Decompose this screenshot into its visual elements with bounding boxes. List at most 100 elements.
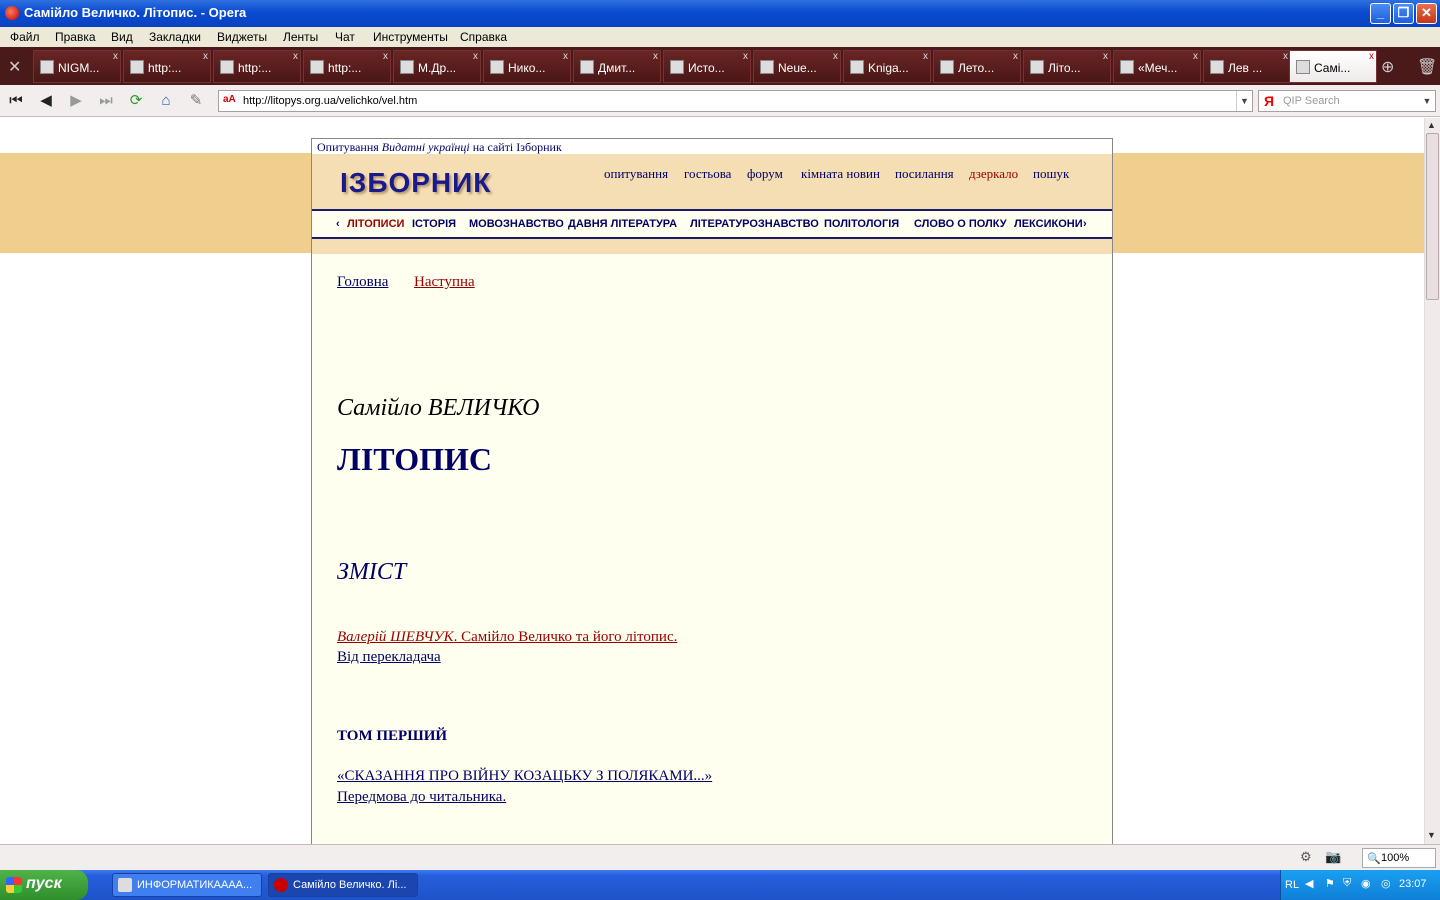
nav-forum[interactable]: форум (747, 166, 783, 182)
tab-close-icon[interactable]: x (113, 51, 118, 62)
camera-icon[interactable]: 📷 (1325, 849, 1341, 865)
tab-close-icon[interactable]: x (1369, 51, 1374, 62)
next-link[interactable]: Наступна (414, 274, 475, 291)
trash-icon[interactable]: 🗑 (1417, 57, 1437, 77)
menu-widgets[interactable]: Виджеты (217, 30, 267, 44)
shield-icon[interactable]: ⛨ (1343, 877, 1351, 890)
home-link[interactable]: Головна (337, 274, 388, 291)
nav-search[interactable]: пошук (1033, 166, 1069, 182)
tab-close-icon[interactable]: x (923, 51, 928, 62)
tray-back-icon[interactable]: ◀ (1305, 877, 1313, 890)
section-prev-icon[interactable]: ‹ (336, 218, 340, 230)
tab-close-icon[interactable]: x (473, 51, 478, 62)
network-icon[interactable]: ⚑ (1325, 877, 1335, 890)
tab[interactable]: Нико... x (483, 50, 571, 83)
section-old-literature[interactable]: ДАВНЯ ЛІТЕРАТУРА (568, 218, 677, 230)
section-politology[interactable]: ПОЛІТОЛОГІЯ (824, 218, 899, 230)
chevron-down-icon[interactable]: ▼ (1236, 91, 1252, 111)
section-lexicons[interactable]: ЛЕКСИКОНИ (1014, 218, 1083, 230)
minimize-button[interactable]: _ (1370, 3, 1391, 24)
tab[interactable]: Kniga... x (843, 50, 931, 83)
survey-link[interactable]: Опитування Видатні українці на сайті Ізб… (312, 139, 1112, 154)
tab-close-icon[interactable]: x (1193, 51, 1198, 62)
tab-close-icon[interactable]: x (1283, 51, 1288, 62)
nav-survey[interactable]: опитування (604, 166, 668, 182)
tab[interactable]: http:... x (123, 50, 211, 83)
tab[interactable]: NIGM... x (33, 50, 121, 83)
vertical-scrollbar[interactable]: ▲ ▼ (1424, 118, 1440, 844)
forward-icon[interactable]: ▶ (64, 89, 88, 113)
section-history[interactable]: ІСТОРІЯ (412, 218, 456, 230)
language-indicator[interactable]: RL (1285, 879, 1299, 891)
menu-feeds[interactable]: Ленты (283, 30, 318, 44)
edit-icon[interactable]: ✎ (184, 89, 208, 113)
tab[interactable]: Дмит... x (573, 50, 661, 83)
scroll-up-icon[interactable]: ▲ (1427, 120, 1436, 130)
section-chronicles[interactable]: ЛІТОПИСИ (347, 218, 404, 230)
tab-close-icon[interactable]: x (383, 51, 388, 62)
new-tab-icon[interactable]: ⊕ (1381, 57, 1394, 77)
menu-edit[interactable]: Правка (55, 30, 96, 44)
tab-close-icon[interactable]: x (1013, 51, 1018, 62)
tab-close-icon[interactable]: x (293, 51, 298, 62)
maximize-button[interactable]: ❐ (1393, 3, 1414, 24)
menu-tools[interactable]: Инструменты (373, 30, 448, 44)
turbo-icon[interactable]: ⚙ (1300, 849, 1312, 865)
tab-close-icon[interactable]: x (833, 51, 838, 62)
tab[interactable]: «Меч... x (1113, 50, 1201, 83)
tab[interactable]: М.Др... x (393, 50, 481, 83)
tools-icon[interactable]: ✕ (8, 57, 21, 77)
preface-link[interactable]: Передмова до читальника. (337, 789, 506, 806)
taskbar-item-word[interactable]: ИНФОРМАТИКАААА... (112, 873, 262, 897)
tab-close-icon[interactable]: x (1103, 51, 1108, 62)
nav-news[interactable]: кімната новин (801, 166, 880, 182)
clock: 23:07 (1399, 878, 1427, 890)
tab-active[interactable]: Самі... x (1289, 50, 1377, 83)
url-text[interactable]: http://litopys.org.ua/velichko/vel.htm (243, 95, 417, 107)
tab[interactable]: Літо... x (1023, 50, 1111, 83)
section-next-icon[interactable]: › (1083, 218, 1087, 230)
back-icon[interactable]: ◀ (34, 89, 58, 113)
tab-close-icon[interactable]: x (743, 51, 748, 62)
rewind-icon[interactable]: ⏮ (4, 89, 28, 113)
menu-view[interactable]: Вид (111, 30, 133, 44)
tab-close-icon[interactable]: x (563, 51, 568, 62)
tab[interactable]: Лето... x (933, 50, 1021, 83)
section-slovo[interactable]: СЛОВО О ПОЛКУ (914, 218, 1007, 230)
address-bar[interactable]: aA http://litopys.org.ua/velichko/vel.ht… (218, 90, 1253, 112)
reload-icon[interactable]: ⟳ (124, 89, 148, 113)
start-button[interactable]: пуск (0, 870, 88, 900)
tab[interactable]: Исто... x (663, 50, 751, 83)
chevron-down-icon[interactable]: ▼ (1419, 91, 1435, 111)
tab-close-icon[interactable]: x (653, 51, 658, 62)
translator-link[interactable]: Від перекладача (337, 649, 441, 666)
tab[interactable]: Neue... x (753, 50, 841, 83)
nav-guestbook[interactable]: гостьова (684, 166, 731, 182)
home-icon[interactable]: ⌂ (154, 89, 178, 113)
tab[interactable]: http:... x (213, 50, 301, 83)
intro-link[interactable]: Валерій ШЕВЧУК. Самійло Величко та його … (337, 629, 677, 646)
tab[interactable]: Лев ... x (1203, 50, 1291, 83)
taskbar-item-opera[interactable]: Самійло Величко. Лі... (268, 873, 418, 897)
section-literary-studies[interactable]: ЛІТЕРАТУРОЗНАВСТВО (690, 218, 819, 230)
lock-icon[interactable]: ◎ (1381, 877, 1391, 890)
search-placeholder[interactable]: QIP Search (1283, 95, 1340, 107)
search-box[interactable]: Я QIP Search ▼ (1258, 90, 1436, 112)
scroll-thumb[interactable] (1426, 133, 1439, 300)
site-logo[interactable]: ІЗБОРНИК (340, 167, 491, 199)
menu-help[interactable]: Справка (460, 30, 507, 44)
menu-chat[interactable]: Чат (335, 30, 355, 44)
close-button[interactable]: ✕ (1416, 3, 1437, 24)
tab[interactable]: http:... x (303, 50, 391, 83)
tab-close-icon[interactable]: x (203, 51, 208, 62)
section-linguistics[interactable]: МОВОЗНАВСТВО (469, 218, 564, 230)
nav-links[interactable]: посилання (895, 166, 954, 182)
nav-mirror[interactable]: дзеркало (969, 166, 1018, 182)
utm-icon[interactable]: ◉ (1361, 877, 1371, 890)
menu-bookmarks[interactable]: Закладки (149, 30, 201, 44)
scroll-down-icon[interactable]: ▼ (1427, 830, 1436, 840)
menu-file[interactable]: Файл (10, 30, 40, 44)
fast-forward-icon[interactable]: ⏭ (94, 89, 118, 113)
zoom-control[interactable]: 🔍 100% (1362, 848, 1436, 868)
tale-link[interactable]: «СКАЗАННЯ ПРО ВІЙНУ КОЗАЦЬКУ З ПОЛЯКАМИ.… (337, 768, 712, 785)
